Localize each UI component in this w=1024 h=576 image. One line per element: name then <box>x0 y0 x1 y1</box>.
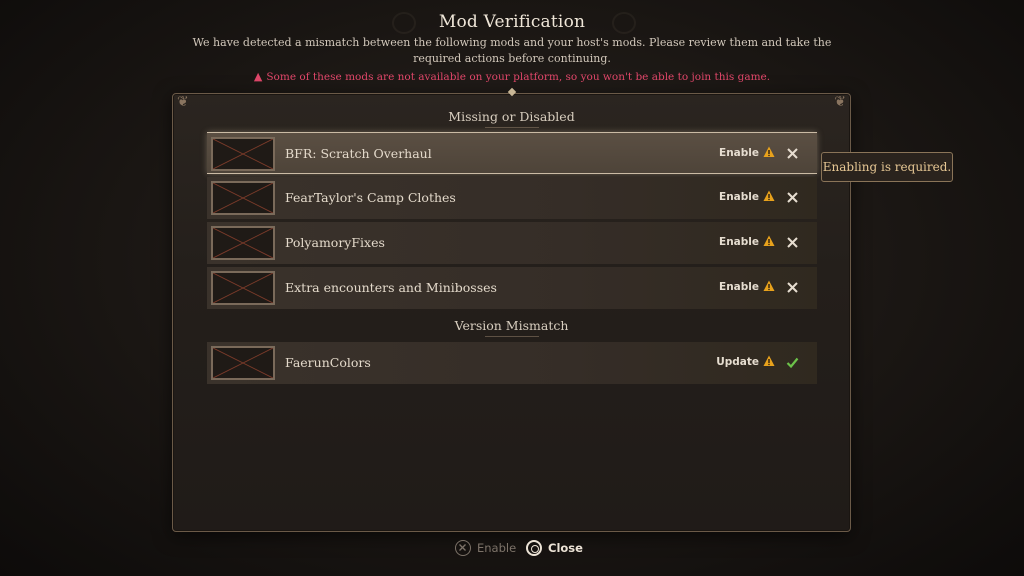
mod-action-label: Enable <box>719 236 759 248</box>
mod-name: BFR: Scratch Overhaul <box>285 146 432 161</box>
section-heading-text: Version Mismatch <box>454 318 569 333</box>
mod-row[interactable]: FearTaylor's Camp Clothes Enable <box>207 177 817 219</box>
section-underline <box>484 336 539 337</box>
enable-button-label: Enable <box>477 541 517 555</box>
mod-row[interactable]: FaerunColors Update <box>207 342 817 384</box>
x-icon <box>787 282 798 293</box>
check-icon <box>786 357 799 369</box>
tooltip: Enabling is required. <box>821 152 953 182</box>
mod-name: FaerunColors <box>285 355 371 370</box>
mod-thumbnail-placeholder <box>211 181 275 215</box>
close-button[interactable]: Close <box>526 540 583 556</box>
platform-warning: ▲ Some of these mods are not available on… <box>0 70 1024 83</box>
mod-action-label: Enable <box>719 191 759 203</box>
mod-name: FearTaylor's Camp Clothes <box>285 190 456 205</box>
section-heading-text: Missing or Disabled <box>448 109 575 124</box>
mod-name: PolyamoryFixes <box>285 235 385 250</box>
circle-button-icon <box>526 540 542 556</box>
footer-prompts: Enable Close <box>0 540 1024 558</box>
warning-triangle-icon <box>763 355 775 366</box>
mod-row[interactable]: BFR: Scratch Overhaul Enable <box>207 132 817 174</box>
mod-thumbnail-placeholder <box>211 346 275 380</box>
dialog-title: Mod Verification <box>438 12 586 32</box>
mod-row[interactable]: PolyamoryFixes Enable <box>207 222 817 264</box>
x-icon <box>787 192 798 203</box>
section-underline <box>484 127 539 128</box>
x-icon <box>787 237 798 248</box>
warning-triangle-icon <box>763 146 775 157</box>
mod-thumbnail-placeholder <box>211 271 275 305</box>
mod-thumbnail-placeholder <box>211 226 275 260</box>
warning-triangle-icon <box>763 280 775 291</box>
mod-name: Extra encounters and Minibosses <box>285 280 497 295</box>
warning-triangle-icon <box>763 190 775 201</box>
mod-row[interactable]: Extra encounters and Minibosses Enable <box>207 267 817 309</box>
mod-action-label: Enable <box>719 281 759 293</box>
platform-warning-text: Some of these mods are not available on … <box>266 71 771 83</box>
mod-action-label: Enable <box>719 147 759 159</box>
mod-thumbnail-placeholder <box>211 137 275 171</box>
close-button-label: Close <box>548 541 583 555</box>
warning-triangle-icon <box>763 235 775 246</box>
section-heading-version: Version Mismatch <box>172 318 851 337</box>
enable-button[interactable]: Enable <box>455 540 516 556</box>
cross-button-icon <box>455 540 471 556</box>
dialog-subtitle: We have detected a mismatch between the … <box>192 36 832 65</box>
x-icon <box>787 148 798 159</box>
section-heading-missing: Missing or Disabled <box>172 109 851 128</box>
warning-icon: ▲ <box>253 70 263 83</box>
ornament-corner-icon: ❦ <box>177 94 189 110</box>
panel-notch <box>507 87 516 97</box>
mod-action-label: Update <box>716 356 759 368</box>
ornament-corner-icon: ❦ <box>834 94 846 110</box>
